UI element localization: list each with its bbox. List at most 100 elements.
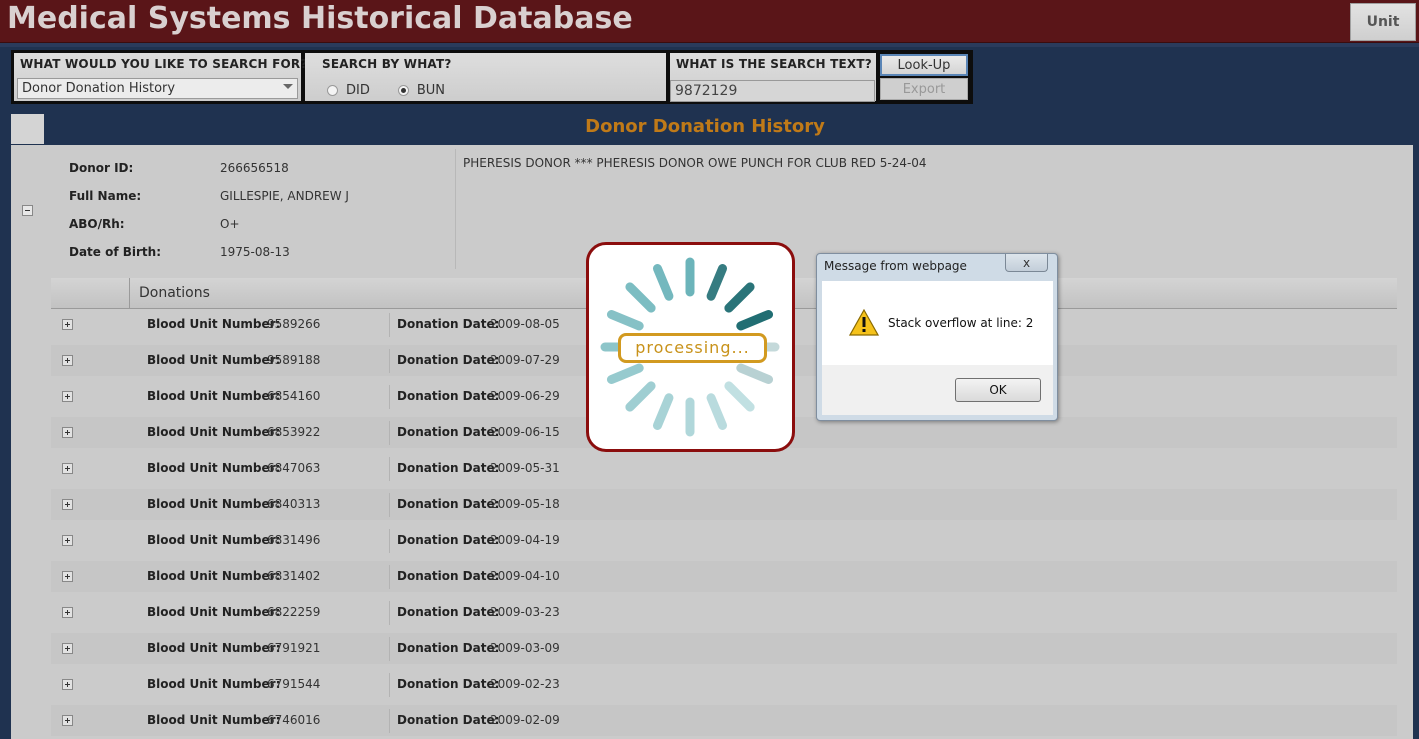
donation-date-value: 2009-05-18: [490, 497, 560, 511]
bun-label: Blood Unit Number:: [147, 389, 281, 403]
donation-date-value: 2009-08-05: [490, 317, 560, 331]
expand-icon[interactable]: [62, 427, 73, 438]
search-by-panel: SEARCH BY WHAT? DID BUN: [305, 53, 666, 101]
full-name-value: GILLESPIE, ANDREW J: [220, 189, 349, 203]
lookup-button[interactable]: Look-Up: [880, 54, 968, 76]
donor-id-value: 266656518: [220, 161, 289, 175]
donation-date-label: Donation Date:: [397, 317, 500, 331]
donation-row[interactable]: Blood Unit Number: 6822259 Donation Date: 2…: [51, 597, 1397, 628]
expand-icon[interactable]: [62, 679, 73, 690]
expand-icon[interactable]: [62, 535, 73, 546]
dialog-body: Stack overflow at line: 2: [822, 281, 1053, 365]
spinner-spoke: [706, 393, 728, 431]
close-icon[interactable]: x: [1005, 254, 1048, 272]
bun-label: Blood Unit Number:: [147, 533, 281, 547]
expand-icon[interactable]: [62, 499, 73, 510]
search-text-input[interactable]: 9872129: [670, 80, 875, 102]
row-divider: [389, 601, 390, 625]
donation-date-label: Donation Date:: [397, 533, 500, 547]
section-title: Donor Donation History: [585, 116, 825, 137]
bun-label: Blood Unit Number:: [147, 713, 281, 727]
donation-row[interactable]: Blood Unit Number: 6791921 Donation Date: 2…: [51, 633, 1397, 664]
donation-row[interactable]: Blood Unit Number: 6831496 Donation Date: 2…: [51, 525, 1397, 556]
chevron-down-icon: [283, 84, 293, 89]
row-divider: [389, 493, 390, 517]
spinner-spoke: [652, 393, 674, 431]
expand-icon[interactable]: [62, 607, 73, 618]
search-type-value: Donor Donation History: [22, 81, 176, 96]
donation-date-value: 2009-03-09: [490, 641, 560, 655]
full-name-label: Full Name:: [69, 189, 142, 203]
expand-icon[interactable]: [62, 715, 73, 726]
donor-note: PHERESIS DONOR *** PHERESIS DONOR OWE PU…: [463, 156, 927, 170]
donation-row[interactable]: Blood Unit Number: 6840313 Donation Date: 2…: [51, 489, 1397, 520]
radio-did[interactable]: [327, 85, 338, 96]
donation-date-value: 2009-04-19: [490, 533, 560, 547]
bun-label: Blood Unit Number:: [147, 605, 281, 619]
donations-title: Donations: [139, 285, 210, 301]
collapse-icon[interactable]: [22, 205, 33, 216]
bun-value: 6791921: [267, 641, 321, 655]
donation-row[interactable]: Blood Unit Number: 6847063 Donation Date: 2…: [51, 453, 1397, 484]
spinner-spoke: [625, 282, 656, 313]
donation-row[interactable]: Blood Unit Number: 6831402 Donation Date: 2…: [51, 561, 1397, 592]
expand-icon[interactable]: [62, 355, 73, 366]
donation-date-label: Donation Date:: [397, 353, 500, 367]
donation-date-label: Donation Date:: [397, 641, 500, 655]
row-divider: [389, 421, 390, 445]
abo-rh-value: O+: [220, 217, 240, 231]
donation-date-label: Donation Date:: [397, 389, 500, 403]
donation-date-value: 2009-06-29: [490, 389, 560, 403]
search-text-panel: WHAT IS THE SEARCH TEXT? 9872129: [670, 53, 876, 102]
bun-label: Blood Unit Number:: [147, 677, 281, 691]
bun-value: 6847063: [267, 461, 321, 475]
spinner-spoke: [652, 263, 674, 301]
row-divider: [389, 385, 390, 409]
donor-divider: [455, 149, 456, 269]
bun-label: Blood Unit Number:: [147, 641, 281, 655]
row-divider: [389, 709, 390, 733]
bun-value: 9589266: [267, 317, 321, 331]
bun-value: 6840313: [267, 497, 321, 511]
dob-value: 1975-08-13: [220, 245, 290, 259]
row-divider: [389, 457, 390, 481]
spinner-spoke: [606, 363, 644, 385]
search-type-panel: WHAT WOULD YOU LIKE TO SEARCH FOR? Donor…: [14, 53, 307, 101]
ok-button[interactable]: OK: [955, 378, 1041, 402]
search-by-options: DID BUN: [327, 83, 445, 98]
donation-date-value: 2009-07-29: [490, 353, 560, 367]
search-bar: WHAT WOULD YOU LIKE TO SEARCH FOR? Donor…: [11, 50, 973, 104]
donation-date-value: 2009-04-10: [490, 569, 560, 583]
bun-value: 6831496: [267, 533, 321, 547]
search-type-select[interactable]: Donor Donation History: [17, 78, 298, 99]
dialog-message: Stack overflow at line: 2: [888, 316, 1034, 330]
section-tab[interactable]: [11, 114, 44, 144]
spinner-spoke: [736, 309, 774, 331]
nav-strip: [0, 43, 1419, 47]
unit-button[interactable]: Unit: [1350, 3, 1416, 41]
expand-icon[interactable]: [62, 391, 73, 402]
donation-row[interactable]: Blood Unit Number: 6746016 Donation Date: 2…: [51, 705, 1397, 736]
spinner-spoke: [736, 363, 774, 385]
donation-date-value: 2009-02-09: [490, 713, 560, 727]
bun-value: 6854160: [267, 389, 321, 403]
expand-icon[interactable]: [62, 571, 73, 582]
expand-icon[interactable]: [62, 643, 73, 654]
expand-icon[interactable]: [62, 319, 73, 330]
donation-date-label: Donation Date:: [397, 713, 500, 727]
row-divider: [389, 349, 390, 373]
bun-label: Blood Unit Number:: [147, 461, 281, 475]
bun-value: 6791544: [267, 677, 321, 691]
donation-date-value: 2009-06-15: [490, 425, 560, 439]
expand-icon[interactable]: [62, 463, 73, 474]
radio-bun[interactable]: [397, 85, 409, 96]
export-button[interactable]: Export: [880, 78, 968, 100]
bun-label: Blood Unit Number:: [147, 425, 281, 439]
bun-value: 6746016: [267, 713, 321, 727]
donation-date-value: 2009-02-23: [490, 677, 560, 691]
bun-label: Blood Unit Number:: [147, 317, 281, 331]
dialog-title: Message from webpage: [824, 259, 967, 273]
donation-row[interactable]: Blood Unit Number: 6791544 Donation Date: 2…: [51, 669, 1397, 700]
donation-date-label: Donation Date:: [397, 497, 500, 511]
header-divider: [129, 278, 130, 309]
